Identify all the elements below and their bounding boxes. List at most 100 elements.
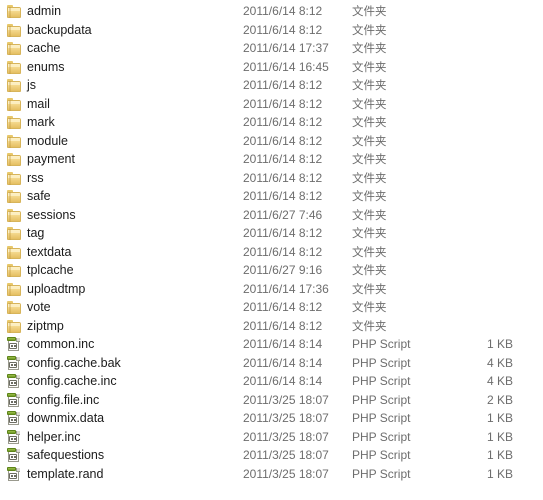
php-script-icon — [7, 355, 23, 371]
file-date-modified: 2011/6/14 8:12 — [243, 78, 323, 92]
file-row[interactable]: tplcache 2011/6/27 9:16 文件夹 — [0, 261, 543, 280]
file-date-modified: 2011/6/27 9:16 — [243, 263, 323, 277]
file-row[interactable]: template.rand 2011/3/25 18:07 PHP Script 1 … — [0, 465, 543, 484]
folder-icon — [7, 300, 23, 315]
file-row[interactable]: admin 2011/6/14 8:12 文件夹 — [0, 2, 543, 21]
file-row[interactable]: rss 2011/6/14 8:12 文件夹 — [0, 169, 543, 188]
file-type: 文件夹 — [352, 189, 387, 203]
file-type: 文件夹 — [352, 318, 387, 333]
file-name[interactable]: safequestions — [27, 446, 104, 465]
file-row[interactable]: safe 2011/6/14 8:12 文件夹 — [0, 187, 543, 206]
folder-icon — [7, 226, 23, 241]
file-size: 1 KB — [486, 429, 513, 444]
file-type: 文件夹 — [352, 226, 387, 240]
file-date-modified: 2011/6/14 8:12 — [243, 115, 323, 129]
file-name[interactable]: payment — [27, 150, 75, 169]
file-row[interactable]: backupdata 2011/6/14 8:12 文件夹 — [0, 21, 543, 40]
folder-icon — [7, 78, 23, 93]
file-date-modified: 2011/3/25 18:07 — [243, 411, 329, 425]
folder-icon — [7, 319, 23, 334]
file-name[interactable]: config.cache.bak — [27, 354, 121, 373]
file-row[interactable]: sessions 2011/6/27 7:46 文件夹 — [0, 206, 543, 225]
file-name[interactable]: common.inc — [27, 335, 94, 354]
file-type: 文件夹 — [352, 244, 387, 259]
file-name[interactable]: tplcache — [27, 261, 74, 280]
file-name[interactable]: tag — [27, 224, 44, 243]
file-name[interactable]: mark — [27, 113, 55, 132]
file-type: 文件夹 — [352, 78, 387, 92]
file-date-modified: 2011/6/14 8:12 — [243, 244, 323, 259]
file-type: PHP Script — [352, 392, 411, 407]
file-date-modified: 2011/3/25 18:07 — [243, 392, 329, 407]
folder-icon — [7, 152, 23, 167]
folder-icon — [7, 171, 23, 186]
file-row[interactable]: payment 2011/6/14 8:12 文件夹 — [0, 150, 543, 169]
file-row[interactable]: ziptmp 2011/6/14 8:12 文件夹 — [0, 317, 543, 336]
file-name[interactable]: template.rand — [27, 465, 103, 484]
file-row[interactable]: config.file.inc 2011/3/25 18:07 PHP Script… — [0, 391, 543, 410]
file-type: 文件夹 — [352, 281, 387, 296]
file-name[interactable]: cache — [27, 39, 60, 58]
file-type: 文件夹 — [352, 115, 387, 129]
file-row[interactable]: module 2011/6/14 8:12 文件夹 — [0, 132, 543, 151]
php-script-icon — [7, 411, 23, 426]
file-name[interactable]: enums — [27, 58, 65, 77]
file-name[interactable]: helper.inc — [27, 428, 81, 447]
file-date-modified: 2011/6/14 8:12 — [243, 189, 323, 203]
file-name[interactable]: admin — [27, 2, 61, 21]
file-row[interactable]: enums 2011/6/14 16:45 文件夹 — [0, 58, 543, 77]
php-script-icon — [7, 374, 23, 389]
file-row[interactable]: common.inc 2011/6/14 8:14 PHP Script 1 KB — [0, 335, 543, 354]
file-row[interactable]: safequestions 2011/3/25 18:07 PHP Script 1 … — [0, 446, 543, 465]
file-date-modified: 2011/6/27 7:46 — [243, 207, 323, 222]
php-script-icon — [7, 337, 23, 352]
file-name[interactable]: rss — [27, 169, 44, 188]
file-size: 4 KB — [486, 355, 513, 370]
file-date-modified: 2011/6/14 8:14 — [243, 355, 323, 370]
file-name[interactable]: config.cache.inc — [27, 372, 117, 391]
file-name[interactable]: downmix.data — [27, 409, 104, 428]
file-row[interactable]: textdata 2011/6/14 8:12 文件夹 — [0, 243, 543, 262]
file-date-modified: 2011/6/14 8:12 — [243, 133, 323, 148]
file-type: 文件夹 — [352, 22, 387, 37]
file-type: 文件夹 — [352, 300, 387, 314]
php-script-icon — [7, 429, 23, 445]
file-size: 1 KB — [486, 466, 513, 481]
folder-icon — [7, 23, 23, 38]
file-row[interactable]: cache 2011/6/14 17:37 文件夹 — [0, 39, 543, 58]
folder-icon — [7, 41, 23, 56]
file-row[interactable]: mark 2011/6/14 8:12 文件夹 — [0, 113, 543, 132]
file-row[interactable]: uploadtmp 2011/6/14 17:36 文件夹 — [0, 280, 543, 299]
file-row[interactable]: downmix.data 2011/3/25 18:07 PHP Script 1 K… — [0, 409, 543, 428]
file-type: PHP Script — [352, 466, 411, 481]
file-name[interactable]: vote — [27, 298, 51, 317]
file-name[interactable]: ziptmp — [27, 317, 64, 336]
file-row[interactable]: tag 2011/6/14 8:12 文件夹 — [0, 224, 543, 243]
file-name[interactable]: mail — [27, 95, 50, 114]
file-type: PHP Script — [352, 448, 411, 462]
file-name[interactable]: uploadtmp — [27, 280, 85, 299]
file-row[interactable]: config.cache.bak 2011/6/14 8:14 PHP Script… — [0, 354, 543, 373]
file-size: 1 KB — [486, 448, 513, 462]
file-date-modified: 2011/3/25 18:07 — [243, 429, 329, 444]
file-date-modified: 2011/6/14 8:14 — [243, 374, 323, 388]
file-type: 文件夹 — [352, 207, 387, 222]
file-date-modified: 2011/6/14 8:12 — [243, 96, 323, 111]
file-name[interactable]: config.file.inc — [27, 391, 99, 410]
file-name[interactable]: sessions — [27, 206, 76, 225]
file-row[interactable]: helper.inc 2011/3/25 18:07 PHP Script 1 KB — [0, 428, 543, 447]
file-date-modified: 2011/6/14 8:12 — [243, 4, 323, 18]
file-row[interactable]: js 2011/6/14 8:12 文件夹 — [0, 76, 543, 95]
file-list[interactable]: admin 2011/6/14 8:12 文件夹 backupdata 2011/6/1… — [0, 0, 543, 500]
file-name[interactable]: backupdata — [27, 21, 92, 40]
file-name[interactable]: js — [27, 76, 36, 95]
file-name[interactable]: safe — [27, 187, 51, 206]
file-row[interactable]: mail 2011/6/14 8:12 文件夹 — [0, 95, 543, 114]
file-name[interactable]: module — [27, 132, 68, 151]
file-date-modified: 2011/6/14 8:12 — [243, 318, 323, 333]
file-row[interactable]: config.cache.inc 2011/6/14 8:14 PHP Script… — [0, 372, 543, 391]
file-row[interactable]: vote 2011/6/14 8:12 文件夹 — [0, 298, 543, 317]
file-name[interactable]: textdata — [27, 243, 71, 262]
file-type: PHP Script — [352, 411, 411, 425]
file-date-modified: 2011/6/14 8:12 — [243, 152, 323, 166]
